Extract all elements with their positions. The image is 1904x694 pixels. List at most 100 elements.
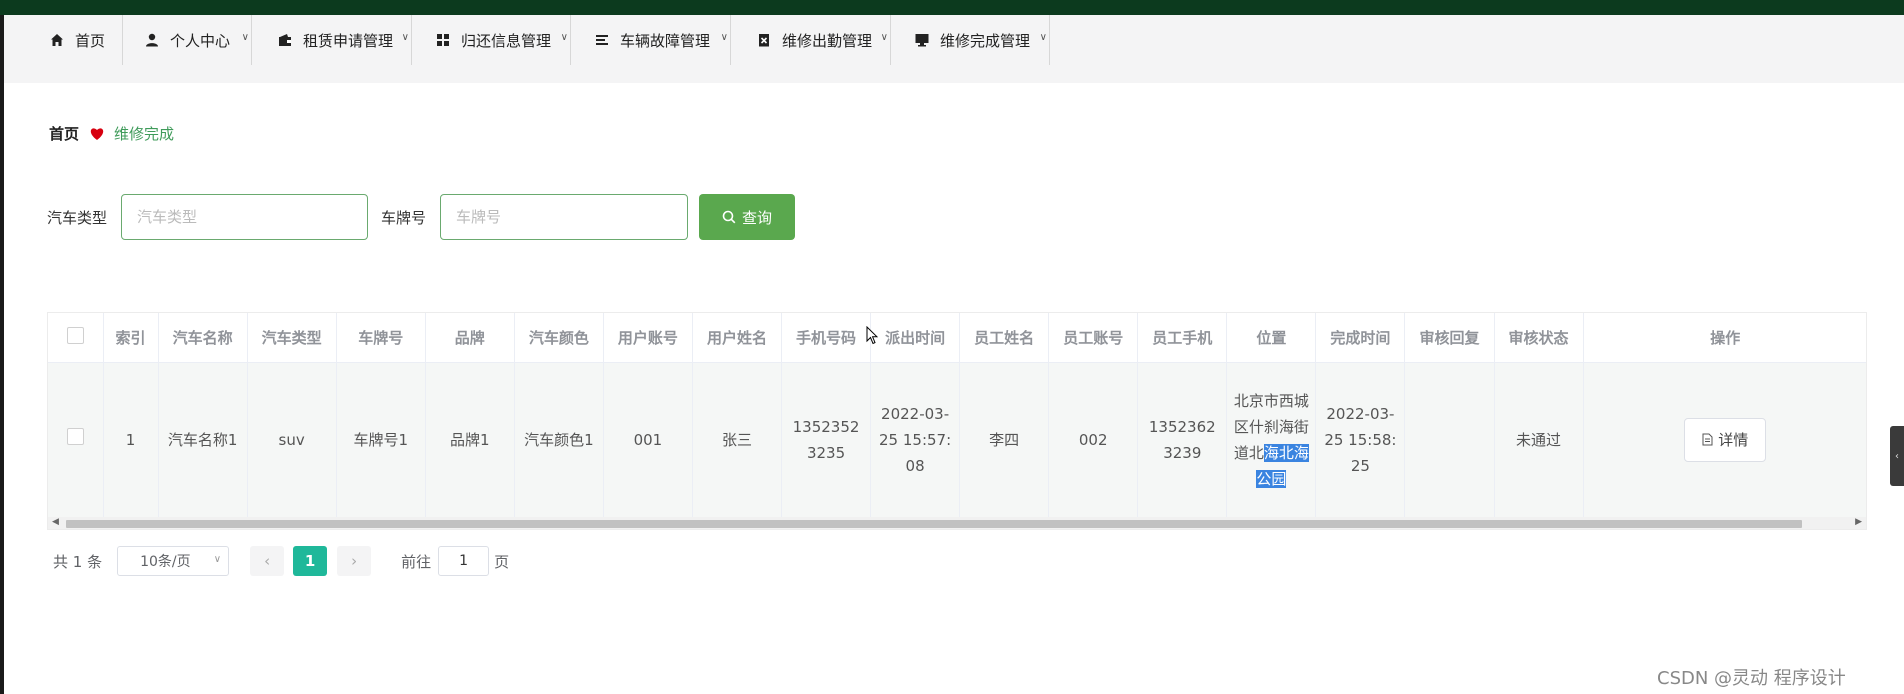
cell-actions: 详情 (1583, 362, 1866, 517)
chevron-down-icon: ∨ (213, 554, 222, 565)
breadcrumb-current: 维修完成 (114, 125, 175, 143)
cell-brand: 品牌1 (425, 362, 515, 517)
scrollbar-thumb[interactable] (66, 520, 1802, 528)
home-icon (48, 31, 66, 49)
row-checkbox[interactable] (66, 427, 84, 445)
horizontal-scrollbar[interactable]: ◀ ▶ (48, 517, 1866, 529)
nav-item-label: 首页 (75, 31, 106, 50)
cell-staff-account: 002 (1048, 362, 1139, 517)
cell-review-status: 未通过 (1494, 362, 1584, 517)
nav-item-label: 维修出勤管理 (782, 31, 873, 50)
column-header: 用户姓名 (692, 313, 783, 363)
window-left-edge (0, 15, 4, 694)
chevron-down-icon: ∨ (880, 32, 888, 43)
cell-dispatch-time: 2022-03-25 15:57:08 (870, 362, 961, 517)
chevron-down-icon: ∨ (720, 32, 728, 43)
query-button[interactable]: 查询 (699, 194, 796, 240)
list-icon (593, 31, 611, 49)
search-bar: 汽车类型 车牌号 查询 (47, 194, 796, 240)
search-icon (722, 210, 736, 224)
nav-item-return-info[interactable]: 归还信息管理 ∨ (412, 15, 571, 65)
page-suffix: 页 (494, 552, 510, 571)
nav-item-repair-dispatch[interactable]: 维修出勤管理 ∨ (731, 15, 891, 65)
chevron-left-icon: ‹ (264, 552, 271, 570)
side-collapse-tab[interactable]: ‹ (1890, 426, 1904, 486)
chevron-down-icon: ∨ (241, 32, 249, 43)
column-header: 汽车名称 (158, 313, 248, 363)
chevron-down-icon: ∨ (1039, 32, 1047, 43)
cell-user-account: 001 (603, 362, 693, 517)
nav-item-label: 归还信息管理 (461, 31, 552, 50)
chevron-left-icon: ‹ (1895, 450, 1899, 462)
top-bar (0, 0, 1904, 15)
cell-staff-phone: 13523623239 (1137, 362, 1228, 517)
top-nav: 首页 个人中心 ∨ 租赁申请管理 ∨ 归还信息管理 ∨ 车辆故障管理 ∨ 维修出… (4, 15, 1904, 83)
heart-icon (90, 127, 104, 140)
car-type-label: 汽车类型 (47, 208, 108, 227)
column-header: 操作 (1583, 313, 1866, 363)
goto-label: 前往 (401, 552, 432, 571)
scroll-right-arrow-icon[interactable]: ▶ (1855, 517, 1862, 527)
column-header: 派出时间 (870, 313, 961, 363)
cell-index: 1 (103, 362, 159, 517)
nav-item-rental-application[interactable]: 租赁申请管理 ∨ (252, 15, 412, 65)
plate-label: 车牌号 (381, 208, 427, 227)
column-header: 完成时间 (1315, 313, 1406, 363)
cell-location: 北京市西城区什刹海街道北海北海公园 (1226, 362, 1317, 517)
cell-phone: 13523523235 (781, 362, 872, 517)
breadcrumb: 首页 维修完成 (49, 123, 174, 144)
car-type-input[interactable] (121, 194, 369, 240)
column-header: 员工手机 (1137, 313, 1228, 363)
nav-item-repair-completion[interactable]: 维修完成管理 ∨ (891, 15, 1050, 65)
column-header: 位置 (1226, 313, 1317, 363)
select-all-checkbox[interactable] (66, 326, 84, 344)
cell-car-name: 汽车名称1 (158, 362, 248, 517)
data-table: 索引 汽车名称 汽车类型 车牌号 品牌 汽车颜色 用户账号 用户姓名 手机号码 … (47, 312, 1867, 530)
nav-item-label: 个人中心 (170, 31, 231, 50)
column-header: 审核回复 (1404, 313, 1495, 363)
column-header: 品牌 (425, 313, 515, 363)
total-count: 共 1 条 (53, 552, 103, 571)
page-number-button[interactable]: 1 (293, 546, 328, 576)
cell-staff-name: 李四 (959, 362, 1050, 517)
cell-review-reply (1404, 362, 1495, 517)
mouse-cursor-icon (866, 326, 878, 345)
nav-item-home[interactable]: 首页 (4, 15, 123, 65)
location-text-selected: 海北海公园 (1256, 443, 1309, 488)
cell-user-name: 张三 (692, 362, 783, 517)
chevron-down-icon: ∨ (401, 32, 409, 43)
nav-item-vehicle-fault[interactable]: 车辆故障管理 ∨ (571, 15, 731, 65)
breadcrumb-home[interactable]: 首页 (49, 123, 79, 144)
clipboard-x-icon (755, 31, 773, 49)
pagination: 共 1 条 10条/页 ∨ ‹ 1 › 前往 页 (53, 546, 509, 576)
page-size-value: 10条/页 (140, 554, 191, 570)
scroll-left-arrow-icon[interactable]: ◀ (52, 517, 59, 527)
select-all-cell (48, 313, 104, 363)
query-button-label: 查询 (742, 209, 773, 227)
watermark: CSDN @灵动 程序设计 (1657, 668, 1846, 689)
column-header: 车牌号 (336, 313, 426, 363)
column-header: 汽车类型 (247, 313, 337, 363)
chevron-right-icon: › (351, 552, 358, 570)
next-page-button[interactable]: › (337, 546, 372, 576)
column-header: 用户账号 (603, 313, 693, 363)
page-size-select[interactable]: 10条/页 ∨ (117, 546, 230, 576)
cell-finish-time: 2022-03-25 15:58:25 (1315, 362, 1406, 517)
nav-item-label: 车辆故障管理 (620, 31, 711, 50)
grid-icon (434, 31, 452, 49)
column-header: 索引 (103, 313, 159, 363)
chevron-down-icon: ∨ (560, 32, 568, 43)
detail-button[interactable]: 详情 (1684, 417, 1767, 462)
column-header: 手机号码 (781, 313, 872, 363)
monitor-icon (913, 31, 931, 49)
plate-input[interactable] (440, 194, 689, 240)
cell-color: 汽车颜色1 (514, 362, 604, 517)
nav-item-personal-center[interactable]: 个人中心 ∨ (123, 15, 252, 65)
goto-page-input[interactable] (438, 546, 490, 576)
nav-item-label: 租赁申请管理 (303, 31, 394, 50)
table-header-row: 索引 汽车名称 汽车类型 车牌号 品牌 汽车颜色 用户账号 用户姓名 手机号码 … (48, 313, 1866, 363)
nav-item-label: 维修完成管理 (940, 31, 1031, 50)
prev-page-button[interactable]: ‹ (250, 546, 285, 576)
user-icon (143, 31, 161, 49)
column-header: 员工账号 (1048, 313, 1139, 363)
